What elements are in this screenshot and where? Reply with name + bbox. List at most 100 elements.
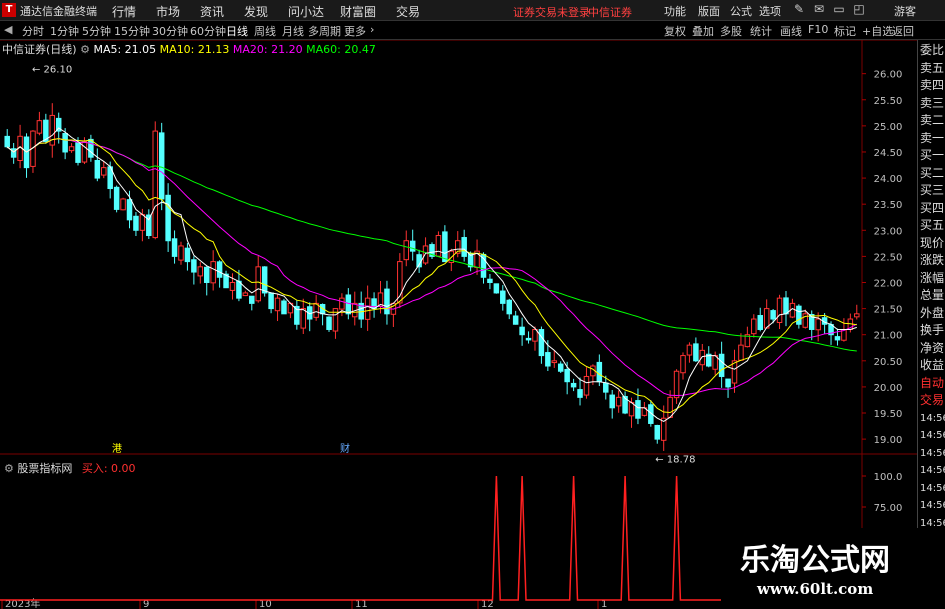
period-15min[interactable]: 15分钟 [114, 23, 150, 39]
quote-side-panel: 委比 卖五 卖四 卖三 卖二 卖一 买一 买二 买三 买四 买五 现价 涨跌 涨幅 总量 外盘 换手 净资 收益 自动… [917, 40, 945, 609]
toolbar-stats[interactable]: 统计 [750, 23, 772, 39]
app-title: 通达信金融终端 [20, 5, 97, 18]
indicator-value: 买入: 0.00 [81, 462, 136, 475]
candle-body [126, 199, 133, 221]
quote-panel-item: 买一 [920, 148, 945, 162]
candle-body [62, 133, 68, 153]
toolbar-add-watchlist[interactable]: +自选 [862, 23, 893, 39]
period-monthly[interactable]: 月线 [282, 23, 304, 39]
guest-label[interactable]: 游客 [894, 3, 916, 19]
toolbar-f10[interactable]: F10 [808, 23, 828, 36]
candle-body [268, 292, 274, 310]
candle-body [242, 292, 249, 297]
title-bar: T 通达信金融终端 行情 市场 资讯 发现 问小达 财富圈 交易 证券交易未登录… [0, 0, 945, 21]
menu-function[interactable]: 功能 [664, 3, 686, 19]
price-tick-label: 20.50 [874, 357, 903, 368]
price-tick-label: 22.00 [874, 278, 903, 289]
quote-panel-item: 14:56 [920, 500, 945, 511]
candle-body [628, 402, 635, 417]
quote-panel-item: 14:56 [920, 430, 945, 441]
period-daily[interactable]: 日线 [226, 23, 248, 39]
period-multi[interactable]: 多周期 [308, 23, 341, 39]
toolbar-multistock[interactable]: 多股 [720, 23, 742, 39]
menu-options[interactable]: 选项 [759, 3, 781, 19]
period-60min[interactable]: 60分钟 [190, 23, 226, 39]
quote-panel-item[interactable]: 交易 [920, 394, 944, 407]
candle-body [364, 297, 371, 320]
candle-body [191, 259, 197, 273]
candle-body [609, 394, 615, 409]
candle-body [197, 266, 204, 277]
menu-ask[interactable]: 问小达 [288, 3, 324, 20]
toolbar-mark[interactable]: 标记 [834, 23, 856, 39]
candle-body [101, 167, 107, 176]
period-weekly[interactable]: 周线 [254, 23, 276, 39]
menu-trade[interactable]: 交易 [396, 3, 420, 20]
toolbar-overlay[interactable]: 叠加 [692, 23, 714, 39]
candle-body [751, 318, 757, 335]
toolbar-back[interactable]: 返回 [892, 23, 914, 39]
minimize-icon[interactable]: ▭ [830, 2, 848, 18]
candle-body [738, 344, 744, 361]
price-tick-label: 26.00 [874, 70, 903, 81]
candle-body [796, 305, 802, 325]
candle-body [10, 148, 17, 158]
candle-body [854, 313, 860, 318]
quote-panel-item: 卖二 [920, 113, 945, 127]
settings-icon[interactable]: ⚙ [80, 43, 93, 56]
candle-body [255, 266, 261, 302]
ma5-line [6, 127, 857, 422]
nav-left-icon[interactable]: ◀ [4, 23, 12, 36]
menu-discover[interactable]: 发现 [244, 3, 268, 20]
skin-icon[interactable]: ✎ [790, 2, 808, 18]
quote-panel-item: 现价 [920, 235, 945, 250]
candle-body [152, 130, 159, 239]
login-status[interactable]: 证券交易未登录 [513, 4, 590, 20]
menu-market[interactable]: 市场 [156, 3, 180, 20]
low-price-label: ← 18.78 [655, 455, 695, 466]
date-tick-label: 2023年 [5, 597, 40, 609]
ma10-line [6, 138, 857, 414]
candle-body [403, 240, 410, 261]
chevron-right-icon[interactable]: › [370, 23, 374, 36]
candle-body [345, 294, 352, 315]
price-tick-label: 24.50 [874, 148, 903, 159]
price-tick-label: 20.00 [874, 383, 903, 394]
toolbar-draw[interactable]: 画线 [780, 23, 802, 39]
candle-body [216, 261, 223, 278]
period-5min[interactable]: 5分钟 [82, 23, 111, 39]
app-logo-icon: T [2, 3, 16, 17]
candle-body [673, 370, 680, 399]
candle-body [487, 278, 493, 283]
period-30min[interactable]: 30分钟 [152, 23, 188, 39]
candle-body [94, 159, 101, 179]
period-more[interactable]: 更多 [344, 23, 366, 39]
quote-panel-item: 14:56 [920, 465, 945, 476]
stock-title: 中信证券(日线) [2, 43, 77, 56]
menu-formula[interactable]: 公式 [730, 3, 752, 19]
message-icon[interactable]: ✉ [810, 2, 828, 18]
candle-body [596, 361, 603, 383]
kline-chart[interactable]: ← 26.10 ← 18.78 港 财 26.00 25.50 25.00 24.50 24.… [0, 40, 917, 609]
menu-news[interactable]: 资讯 [200, 3, 224, 20]
quote-panel-item[interactable]: 自动 [920, 376, 944, 390]
candle-body [783, 297, 789, 315]
price-tick-label: 25.50 [874, 96, 903, 107]
menu-quotes[interactable]: 行情 [112, 3, 136, 20]
candle-body [757, 315, 763, 330]
quote-panel-item: 委比 [920, 43, 945, 57]
indicator-settings-icon[interactable]: ⚙ [4, 462, 17, 475]
restore-icon[interactable]: ◰ [850, 2, 868, 18]
menu-layout[interactable]: 版面 [698, 3, 720, 19]
toolbar-adjust[interactable]: 复权 [664, 23, 686, 39]
period-1min[interactable]: 1分钟 [50, 23, 79, 39]
quote-panel-item: 总量 [920, 288, 945, 302]
candle-body [635, 400, 641, 419]
period-intraday[interactable]: 分时 [22, 23, 44, 39]
quote-panel-item: 净资 [920, 340, 945, 355]
candle-body [519, 326, 525, 336]
quote-panel-item: 卖四 [920, 78, 945, 92]
candle-body [680, 355, 686, 374]
broker-name[interactable]: 中信证券 [588, 4, 632, 20]
menu-wealth[interactable]: 财富圈 [340, 3, 376, 20]
